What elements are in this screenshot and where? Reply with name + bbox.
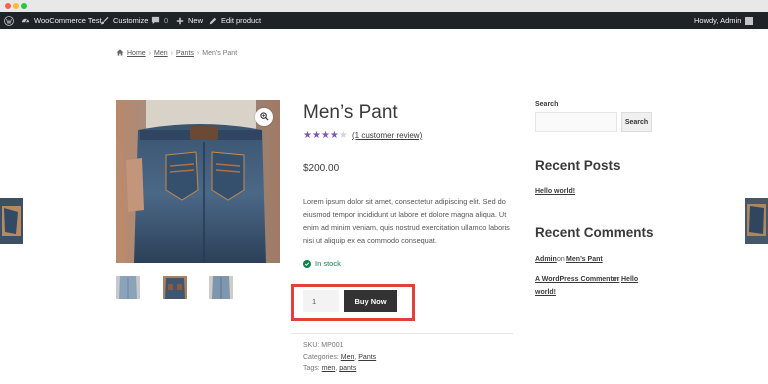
account-menu[interactable]: Howdy, Admin bbox=[694, 12, 754, 29]
zoom-button[interactable] bbox=[255, 108, 273, 126]
site-name-menu[interactable]: WooCommerce Test bbox=[21, 12, 102, 29]
tag-link-pants[interactable]: pants bbox=[339, 365, 356, 372]
stock-status: In stock bbox=[303, 259, 341, 268]
zoom-icon bbox=[259, 108, 269, 126]
window-titlebar bbox=[0, 0, 768, 12]
recent-posts-heading: Recent Posts bbox=[535, 158, 621, 173]
home-icon bbox=[116, 49, 124, 58]
stock-label: In stock bbox=[315, 259, 341, 268]
category-link-pants[interactable]: Pants bbox=[358, 354, 376, 361]
close-window-button[interactable] bbox=[5, 3, 11, 9]
wordpress-icon bbox=[4, 15, 14, 26]
avatar bbox=[745, 16, 754, 25]
product-price: $200.00 bbox=[303, 163, 340, 174]
star-icon: ★ bbox=[303, 130, 312, 141]
category-link-men[interactable]: Men bbox=[341, 354, 355, 361]
search-button[interactable]: Search bbox=[621, 112, 652, 132]
new-content-menu[interactable]: New bbox=[176, 12, 203, 29]
plus-icon bbox=[176, 17, 184, 25]
next-product-thumbnail[interactable] bbox=[745, 198, 768, 244]
breadcrumb-separator: › bbox=[170, 50, 173, 57]
comment-post-link[interactable]: Hello bbox=[621, 276, 638, 283]
product-thumbnail[interactable] bbox=[116, 276, 140, 299]
star-empty-icon: ★ bbox=[338, 130, 348, 141]
comment-post-link-continued[interactable]: world! bbox=[535, 289, 556, 296]
breadcrumb-pants[interactable]: Pants bbox=[176, 50, 194, 57]
star-icon: ★ bbox=[311, 130, 321, 141]
breadcrumb-separator: › bbox=[196, 50, 200, 57]
divider bbox=[291, 333, 513, 334]
check-circle-icon bbox=[303, 259, 311, 268]
sku-label: SKU: bbox=[303, 342, 320, 349]
dashboard-icon bbox=[21, 16, 30, 25]
star-icon: ★ bbox=[329, 130, 339, 141]
product-thumbnail[interactable] bbox=[209, 276, 233, 299]
edit-product-label: Edit product bbox=[221, 16, 262, 25]
customer-review-link[interactable]: (1 customer review) bbox=[352, 131, 422, 140]
categories-label: Categories: bbox=[303, 354, 339, 361]
breadcrumb-current: Men’s Pant bbox=[202, 50, 238, 57]
product-categories: Categories: Men, Pants bbox=[303, 354, 377, 361]
recent-post-link[interactable]: Hello world! bbox=[535, 188, 575, 195]
breadcrumb-separator: › bbox=[148, 50, 152, 57]
comment-on-text: on bbox=[611, 276, 619, 283]
comment-author-link[interactable]: Admin bbox=[535, 256, 557, 263]
browser-window: WooCommerce Test Customize 0 New Edit pr… bbox=[0, 0, 768, 384]
product-main-image[interactable] bbox=[116, 100, 280, 263]
customize-link[interactable]: Customize bbox=[100, 12, 148, 29]
breadcrumb-home[interactable]: Home bbox=[127, 50, 146, 57]
product-sku: SKU: MP001 bbox=[303, 342, 343, 349]
tag-link-men[interactable]: men bbox=[322, 365, 336, 372]
wp-admin-bar: WooCommerce Test Customize 0 New Edit pr… bbox=[0, 12, 768, 29]
maximize-window-button[interactable] bbox=[21, 3, 27, 9]
minimize-window-button[interactable] bbox=[13, 3, 19, 9]
buy-now-button[interactable]: Buy Now bbox=[344, 290, 397, 312]
site-name: WooCommerce Test bbox=[34, 16, 102, 25]
product-tags: Tags: men, pants bbox=[303, 365, 357, 372]
breadcrumb-men[interactable]: Men bbox=[154, 50, 168, 57]
customize-label: Customize bbox=[113, 16, 149, 25]
comments-link[interactable]: 0 bbox=[151, 12, 168, 29]
comment-author-link[interactable]: A WordPress Commenter bbox=[535, 276, 619, 283]
brush-icon bbox=[100, 16, 109, 25]
pencil-icon bbox=[209, 17, 217, 25]
greeting: Howdy, Admin bbox=[694, 16, 742, 25]
tags-label: Tags: bbox=[303, 365, 320, 372]
star-rating: ★ ★ ★ ★ ★ bbox=[303, 131, 348, 141]
wordpress-menu[interactable] bbox=[4, 12, 14, 29]
previous-product-thumbnail[interactable] bbox=[0, 198, 23, 244]
breadcrumb: Home › Men › Pants › Men’s Pant bbox=[116, 49, 237, 58]
comment-on-text: on bbox=[557, 256, 565, 263]
sku-value: MP001 bbox=[321, 342, 344, 349]
search-input[interactable] bbox=[535, 112, 617, 132]
product-title: Men’s Pant bbox=[303, 102, 398, 123]
quantity-input[interactable] bbox=[303, 290, 339, 312]
search-widget-label: Search bbox=[535, 101, 559, 108]
product-thumbnail[interactable] bbox=[163, 276, 187, 299]
new-label: New bbox=[188, 16, 204, 25]
comment-icon bbox=[151, 16, 160, 25]
recent-comments-heading: Recent Comments bbox=[535, 225, 654, 240]
star-icon: ★ bbox=[320, 130, 330, 141]
edit-product-link[interactable]: Edit product bbox=[209, 12, 261, 29]
comment-post-link[interactable]: Men’s Pant bbox=[566, 256, 603, 263]
product-description: Lorem ipsum dolor sit amet, consectetur … bbox=[303, 197, 510, 245]
comments-count: 0 bbox=[164, 16, 169, 25]
